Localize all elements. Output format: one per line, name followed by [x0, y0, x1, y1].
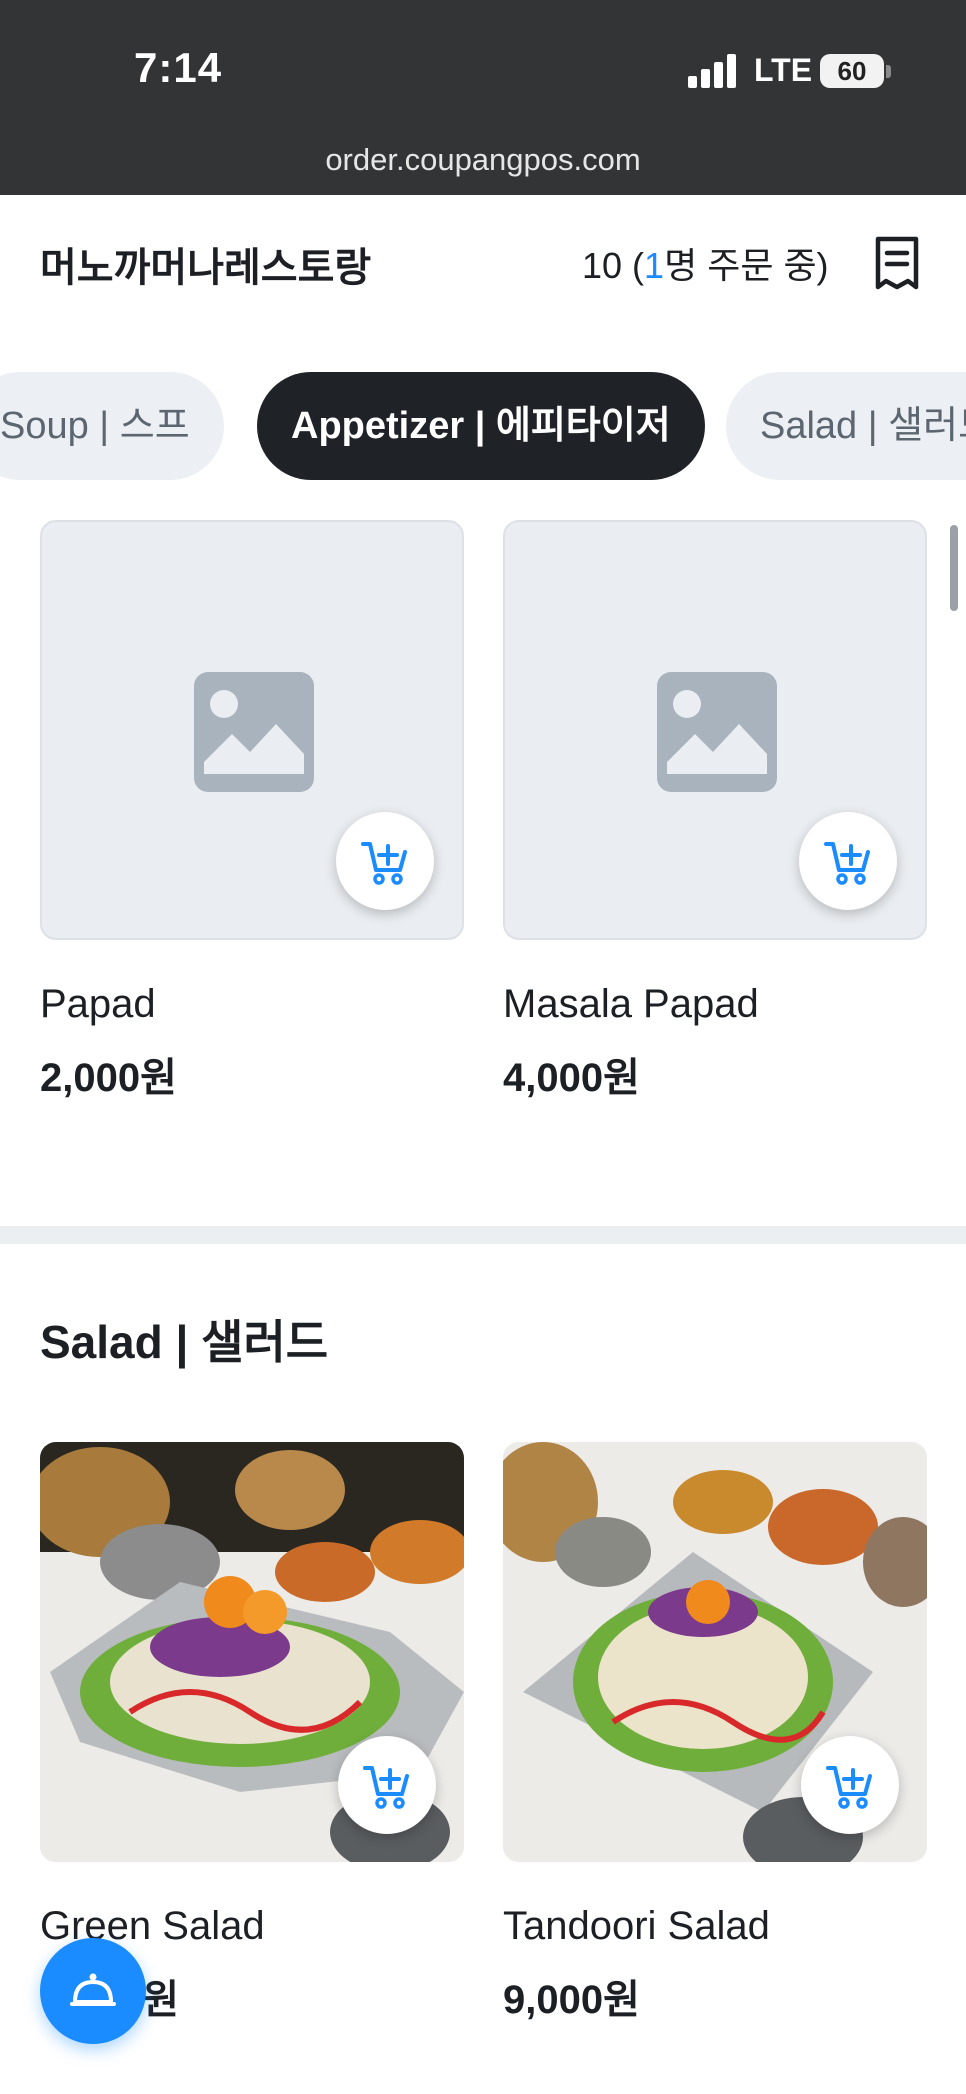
store-name: 머노까머나레스토랑	[40, 246, 372, 290]
menu-item-card[interactable]: Tandoori Salad 9,000원	[503, 1442, 927, 2025]
menu-item-card[interactable]: Masala Papad 4,000원	[503, 520, 927, 1103]
menu-item-price: 2,000원	[40, 1056, 177, 1100]
cart-add-icon	[826, 1766, 872, 1809]
tab-appetizer[interactable]: Appetizer | 에피타이저	[257, 372, 705, 480]
add-to-cart-button[interactable]	[799, 812, 897, 910]
add-to-cart-button[interactable]	[801, 1736, 899, 1834]
tab-soup[interactable]: Soup | 스프	[0, 372, 224, 480]
menu-item-image[interactable]	[503, 1442, 927, 1862]
placeholder-image-icon	[657, 672, 777, 792]
tab-salad[interactable]: Salad | 샐러드	[726, 372, 966, 480]
table-order-status: 10 (1명 주문 중)	[582, 237, 829, 289]
section-title-salad: Salad | 샐러드	[40, 1316, 329, 1368]
battery-icon: 60	[820, 54, 884, 88]
menu-item-card[interactable]: Papad 2,000원	[40, 520, 464, 1103]
menu-item-image[interactable]	[503, 520, 927, 940]
table-number: 10 (	[582, 245, 645, 286]
call-staff-button[interactable]	[40, 1938, 146, 2044]
cart-add-icon	[363, 1766, 409, 1809]
scrollbar[interactable]	[950, 525, 958, 611]
signal-icon	[688, 54, 736, 88]
app-header: 머노까머나레스토랑 10 (1명 주문 중)	[0, 195, 966, 325]
receipt-icon[interactable]	[872, 235, 922, 291]
cart-add-icon	[824, 842, 870, 885]
status-bar: 7:14 LTE 60 order.coupangpos.com	[0, 0, 966, 195]
menu-item-card[interactable]: Green Salad 0원	[40, 1442, 464, 2025]
menu-item-name: Masala Papad	[503, 982, 759, 1026]
menu-item-name: Papad	[40, 982, 156, 1026]
section-divider	[0, 1226, 966, 1244]
status-time: 7:14	[134, 44, 223, 91]
menu-item-image[interactable]	[40, 1442, 464, 1862]
people-count: 1	[644, 245, 665, 286]
menu-item-price: 9,000원	[503, 1978, 640, 2022]
menu-item-image[interactable]	[40, 520, 464, 940]
ordering-suffix: 명 주문 중)	[664, 245, 829, 286]
cart-add-icon	[361, 842, 407, 885]
category-tabs: Soup | 스프 Appetizer | 에피타이저 Salad | 샐러드	[0, 372, 966, 482]
placeholder-image-icon	[194, 672, 314, 792]
menu-item-name: Tandoori Salad	[503, 1904, 770, 1948]
add-to-cart-button[interactable]	[338, 1736, 436, 1834]
add-to-cart-button[interactable]	[336, 812, 434, 910]
url-bar[interactable]: order.coupangpos.com	[0, 142, 966, 178]
menu-item-price: 4,000원	[503, 1056, 640, 1100]
network-label: LTE	[754, 52, 813, 88]
bell-icon	[70, 1973, 116, 2006]
battery-tip	[886, 65, 891, 78]
